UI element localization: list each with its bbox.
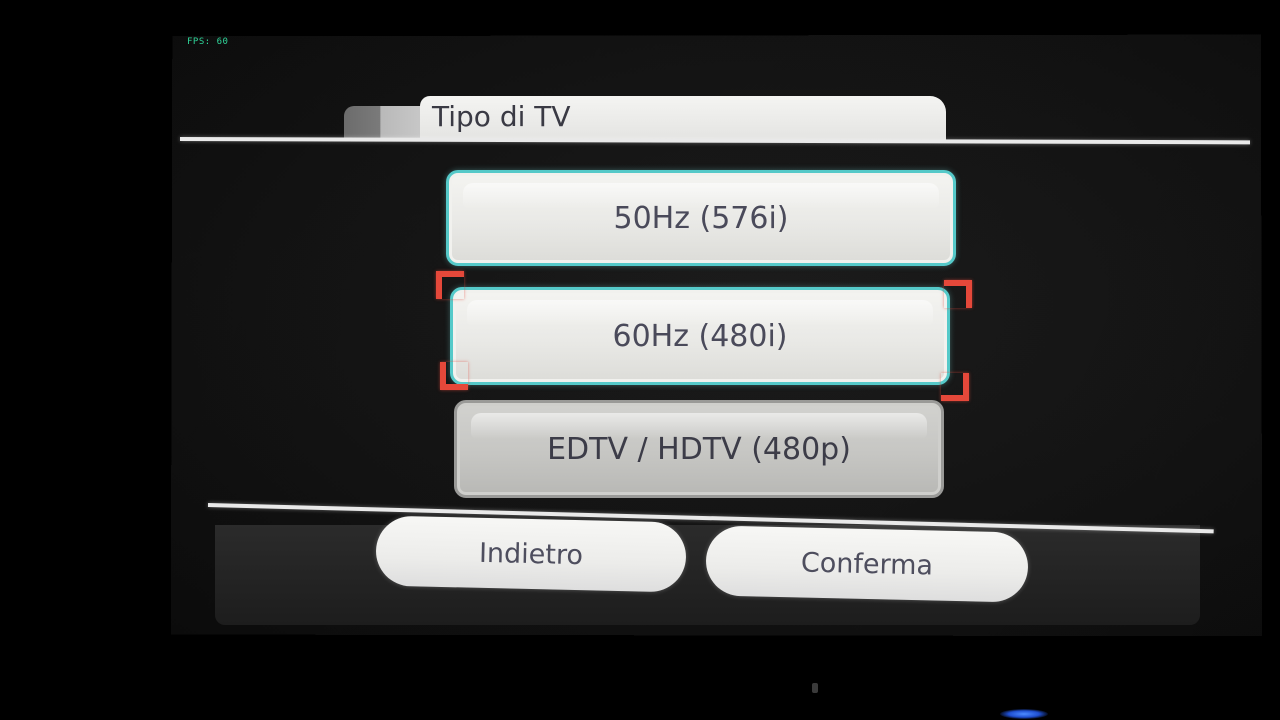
page-title: Tipo di TV: [432, 100, 571, 133]
option-60hz-button[interactable]: 60Hz (480i): [450, 287, 950, 385]
header-tab: Tipo di TV: [420, 96, 946, 140]
selection-corner-bottom-left-icon: [440, 362, 468, 390]
screen-lower-panel: [215, 525, 1200, 625]
option-50hz-button[interactable]: 50Hz (576i): [446, 170, 956, 266]
confirm-button[interactable]: Conferma: [705, 525, 1029, 603]
tv-stand-glint: [812, 683, 818, 693]
selection-corner-bottom-right-icon: [941, 373, 969, 401]
tab-stub-icon: [344, 106, 424, 140]
power-led-icon: [1000, 709, 1048, 719]
fps-counter: FPS: 60: [187, 37, 229, 47]
option-label: 60Hz (480i): [612, 318, 788, 354]
option-label: 50Hz (576i): [613, 200, 789, 236]
selection-corner-top-right-icon: [944, 280, 972, 308]
option-edtv-hdtv-button: EDTV / HDTV (480p): [454, 400, 944, 498]
option-label: EDTV / HDTV (480p): [547, 431, 851, 467]
back-button[interactable]: Indietro: [375, 515, 687, 593]
selection-corner-top-left-icon: [436, 271, 464, 299]
